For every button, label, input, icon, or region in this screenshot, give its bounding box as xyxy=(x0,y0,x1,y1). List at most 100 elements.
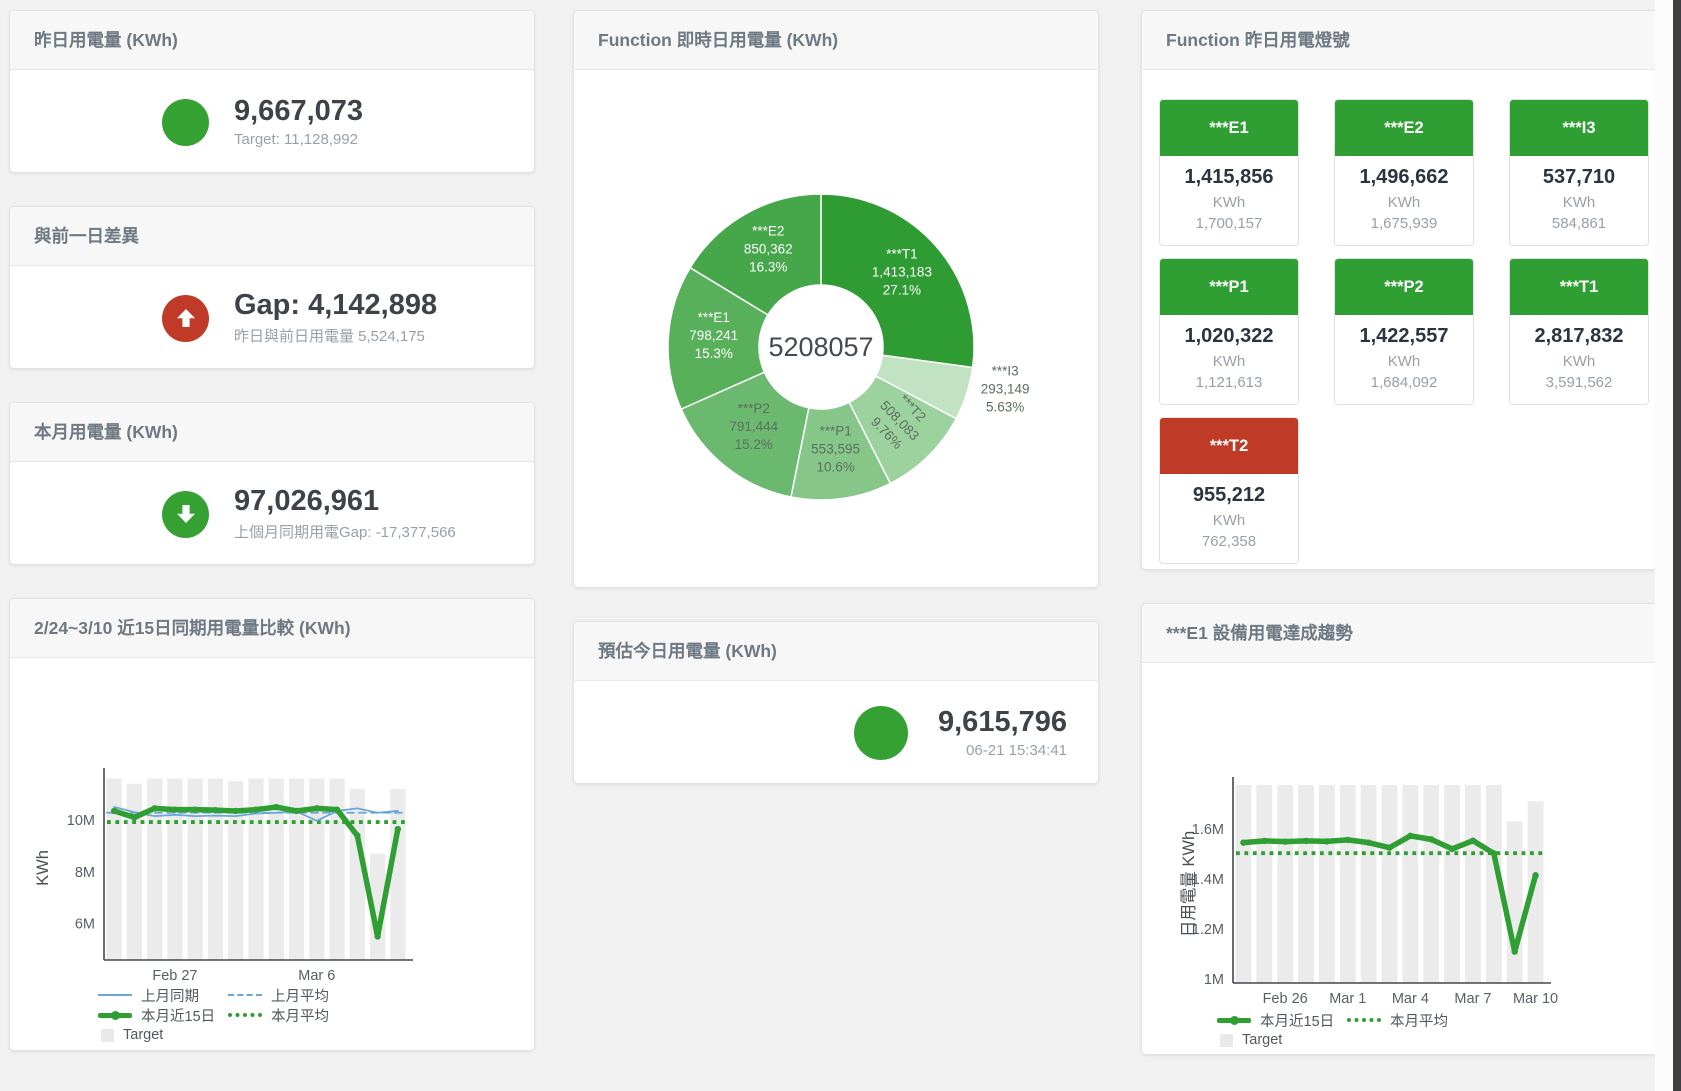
page-scrollbar[interactable] xyxy=(1673,0,1681,1091)
card-function-realtime-donut: Function 即時日用電量 (KWh) ***T11,413,18327.1… xyxy=(573,10,1099,588)
tile-header: ***E1 xyxy=(1160,100,1298,156)
tile-header: ***P1 xyxy=(1160,259,1298,315)
legend-label: 本月平均 xyxy=(271,1005,329,1026)
legend-label: Target xyxy=(1242,1032,1282,1048)
card-title: Function 即時日用電量 (KWh) xyxy=(574,11,1098,70)
card-title: Function 昨日用電燈號 xyxy=(1142,11,1666,70)
light-tile-t2: ***T2 955,212KWh762,358 xyxy=(1159,417,1299,564)
tile-unit: KWh xyxy=(1162,353,1296,370)
tile-target: 762,358 xyxy=(1162,533,1296,550)
tile-value: 955,212 xyxy=(1162,484,1296,507)
donut-chart[interactable]: ***T11,413,18327.1%***I3293,1495.63%***T… xyxy=(574,70,1098,588)
target-square-swatch-icon xyxy=(101,1029,114,1042)
svg-text:Mar 10: Mar 10 xyxy=(1513,991,1558,1007)
stat-value: 97,026,961 xyxy=(234,486,456,518)
svg-text:日用電量 KWh: 日用電量 KWh xyxy=(1180,831,1198,937)
compare-chart-canvas[interactable]: 6M8M10MFeb 27Mar 6KWh xyxy=(10,658,534,984)
tile-header: ***E2 xyxy=(1335,100,1473,156)
tile-unit: KWh xyxy=(1337,353,1471,370)
tile-header: ***T1 xyxy=(1510,259,1648,315)
stat-value: 9,615,796 xyxy=(938,707,1067,739)
card-title: 2/24~3/10 近15日同期用電量比較 (KWh) xyxy=(10,599,534,658)
legend-item-target[interactable]: Target xyxy=(98,1027,228,1043)
compare-chart[interactable]: 6M8M10MFeb 27Mar 6KWh 上月同期 上月平均 xyxy=(10,658,534,1045)
stat-value: 9,667,073 xyxy=(234,96,363,128)
stat-body: 9,667,073 Target: 11,128,992 xyxy=(10,70,534,173)
svg-text:Mar 6: Mar 6 xyxy=(298,968,335,984)
tile-value: 537,710 xyxy=(1512,166,1646,189)
legend-item-target[interactable]: Target xyxy=(1217,1032,1347,1048)
legend-item-last-month-period[interactable]: 上月同期 xyxy=(98,985,228,1006)
blue-line-swatch-icon xyxy=(98,994,132,996)
stat-subtitle: 上個月同期用電Gap: -17,377,566 xyxy=(234,521,456,542)
tile-value: 1,422,557 xyxy=(1337,325,1471,348)
svg-text:10M: 10M xyxy=(67,813,95,829)
card-title: 本月用電量 (KWh) xyxy=(10,403,534,462)
card-today-estimate: 預估今日用電量 (KWh) 9,615,796 06-21 15:34:41 xyxy=(573,621,1099,784)
legend-label: 上月平均 xyxy=(271,985,329,1006)
stat-timestamp: 06-21 15:34:41 xyxy=(938,742,1067,759)
e1-trend-legend: 本月近15日 本月平均 Target xyxy=(1217,1010,1666,1050)
tile-target: 1,675,939 xyxy=(1337,215,1471,232)
legend-label: 上月同期 xyxy=(141,985,199,1006)
tile-value: 2,817,832 xyxy=(1512,325,1646,348)
svg-text:6M: 6M xyxy=(75,917,95,933)
tile-unit: KWh xyxy=(1512,194,1646,211)
tile-unit: KWh xyxy=(1162,512,1296,529)
green-down-arrow-icon xyxy=(162,491,209,538)
e1-trend-chart[interactable]: 1M1.2M1.4M1.6MFeb 26Mar 1Mar 4Mar 7Mar 1… xyxy=(1142,663,1666,1050)
target-square-swatch-icon xyxy=(1220,1034,1233,1047)
legend-label: Target xyxy=(123,1027,163,1043)
stat-subtitle: Target: 11,128,992 xyxy=(234,131,363,148)
light-tile-t1: ***T1 2,817,832KWh3,591,562 xyxy=(1509,258,1649,405)
tile-value: 1,020,322 xyxy=(1162,325,1296,348)
svg-text:Mar 1: Mar 1 xyxy=(1329,991,1366,1007)
svg-text:Mar 7: Mar 7 xyxy=(1454,991,1491,1007)
stat-body: 97,026,961 上個月同期用電Gap: -17,377,566 xyxy=(10,462,534,565)
card-compare-chart: 2/24~3/10 近15日同期用電量比較 (KWh) 6M 8M 10M Feb 2… xyxy=(9,598,535,1051)
legend-item-this-month-avg[interactable]: 本月平均 xyxy=(228,1005,329,1026)
right-gutter xyxy=(1655,0,1673,1091)
legend-label: 本月平均 xyxy=(1390,1010,1448,1031)
green-status-circle-icon xyxy=(162,99,209,146)
column-middle: Function 即時日用電量 (KWh) ***T11,413,18327.1… xyxy=(573,10,1099,817)
legend-item-last-month-avg[interactable]: 上月平均 xyxy=(228,985,329,1006)
tile-target: 3,591,562 xyxy=(1512,374,1646,391)
card-gap-vs-previous-day: 與前一日差異 Gap: 4,142,898 昨日與前日用電量 5,524,175 xyxy=(9,206,535,369)
green-dotted-swatch-icon xyxy=(228,1013,262,1017)
legend-item-this-month-15d[interactable]: 本月近15日 xyxy=(98,1005,228,1026)
tile-value: 1,496,662 xyxy=(1337,166,1471,189)
compare-chart-legend: 上月同期 上月平均 本月近15日 xyxy=(98,985,534,1045)
card-title: 預估今日用電量 (KWh) xyxy=(574,622,1098,681)
column-right: Function 昨日用電燈號 ***E1 1,415,856KWh1,700,… xyxy=(1141,10,1667,1088)
tile-header: ***I3 xyxy=(1510,100,1648,156)
svg-text:Feb 26: Feb 26 xyxy=(1263,991,1308,1007)
svg-text:1M: 1M xyxy=(1204,972,1224,988)
svg-text:Feb 27: Feb 27 xyxy=(152,968,197,984)
card-month-usage: 本月用電量 (KWh) 97,026,961 上個月同期用電Gap: -17,3… xyxy=(9,402,535,565)
blue-dashed-swatch-icon xyxy=(228,994,262,996)
e1-trend-chart-canvas[interactable]: 1M1.2M1.4M1.6MFeb 26Mar 1Mar 4Mar 7Mar 1… xyxy=(1142,663,1666,1007)
green-status-circle-icon xyxy=(854,706,908,760)
stat-body: 9,615,796 06-21 15:34:41 xyxy=(574,681,1098,784)
legend-item-this-month-15d[interactable]: 本月近15日 xyxy=(1217,1010,1347,1031)
red-up-arrow-icon xyxy=(162,295,209,342)
card-title: 與前一日差異 xyxy=(10,207,534,266)
svg-text:8M: 8M xyxy=(75,865,95,881)
stat-subtitle: 昨日與前日用電量 5,524,175 xyxy=(234,325,437,346)
card-yesterday-usage: 昨日用電量 (KWh) 9,667,073 Target: 11,128,992 xyxy=(9,10,535,173)
tile-target: 1,684,092 xyxy=(1337,374,1471,391)
donut-chart-canvas[interactable]: ***T11,413,18327.1%***I3293,1495.63%***T… xyxy=(574,70,1098,588)
card-function-lights: Function 昨日用電燈號 ***E1 1,415,856KWh1,700,… xyxy=(1141,10,1667,570)
svg-text:***I3293,1495.63%: ***I3293,1495.63% xyxy=(981,364,1030,415)
light-tile-e1: ***E1 1,415,856KWh1,700,157 xyxy=(1159,99,1299,246)
card-e1-trend: ***E1 設備用電達成趨勢 1M1.2M1.4M1.6MFeb 26Mar 1… xyxy=(1141,603,1667,1055)
dashboard-page: 昨日用電量 (KWh) 9,667,073 Target: 11,128,992… xyxy=(0,0,1681,1091)
green-line-swatch-icon xyxy=(1217,1018,1251,1023)
card-title: 昨日用電量 (KWh) xyxy=(10,11,534,70)
legend-item-this-month-avg[interactable]: 本月平均 xyxy=(1347,1010,1448,1031)
legend-label: 本月近15日 xyxy=(141,1005,215,1026)
stat-value: Gap: 4,142,898 xyxy=(234,290,437,322)
green-line-swatch-icon xyxy=(98,1013,132,1018)
light-tile-p1: ***P1 1,020,322KWh1,121,613 xyxy=(1159,258,1299,405)
